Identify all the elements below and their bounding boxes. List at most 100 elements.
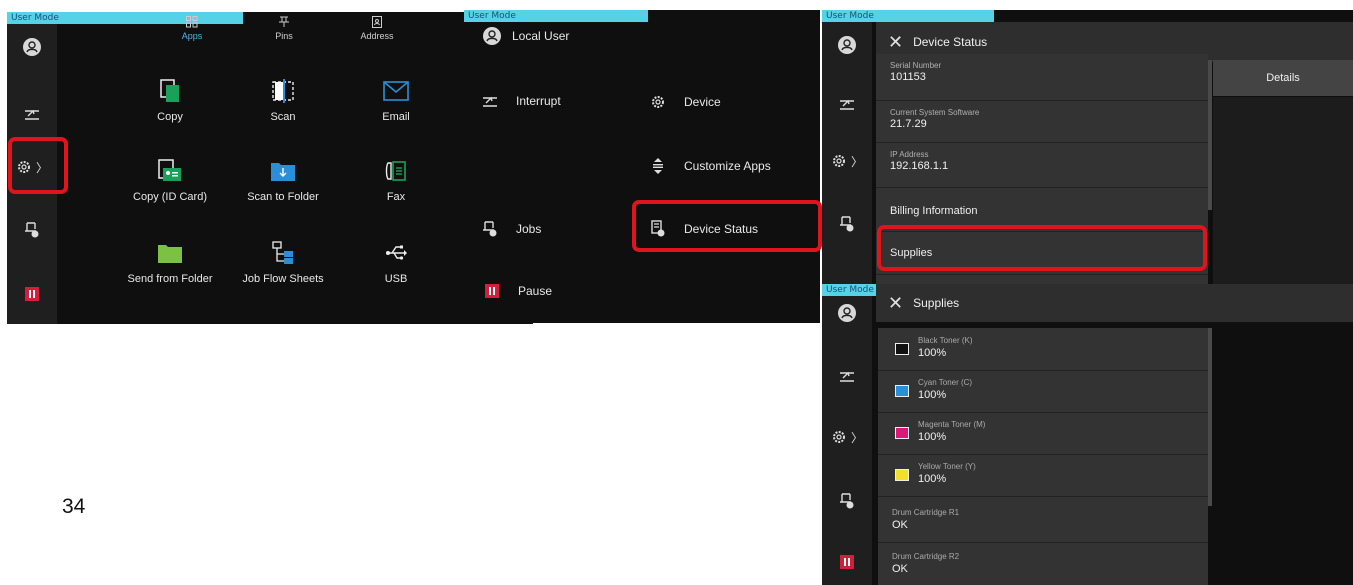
scrollbar[interactable] [1208, 328, 1212, 506]
jobs-item[interactable]: Jobs [478, 220, 541, 238]
system-software-value: 21.7.29 [890, 118, 927, 130]
black-toner-row: Black Toner (K) 100% [878, 332, 1208, 371]
yellow-toner-row: Yellow Toner (Y) 100% [878, 458, 1208, 497]
app-job-flow-sheets-label: Job Flow Sheets [242, 273, 324, 285]
app-email-label: Email [382, 111, 410, 123]
user-icon[interactable] [822, 300, 872, 326]
home-apps-screen: 〉 User Mode Apps Pins Address Copy Scan … [7, 12, 533, 324]
close-icon[interactable]: ✕ [888, 32, 903, 53]
pause-icon [485, 284, 499, 298]
black-toner-swatch [895, 343, 909, 355]
scrollbar[interactable] [1208, 60, 1212, 210]
interrupt-icon[interactable] [7, 102, 57, 126]
device-status-highlight [632, 200, 822, 252]
drum-r1-label: Drum Cartridge R1 [892, 508, 960, 517]
pause-icon[interactable] [7, 284, 57, 304]
details-panel [1213, 97, 1353, 285]
drum-r2-label: Drum Cartridge R2 [892, 552, 960, 561]
app-scan[interactable]: Scan [238, 75, 328, 123]
tab-apps-label: Apps [181, 31, 203, 41]
app-send-from-folder[interactable]: Send from Folder [115, 237, 225, 285]
drum-r2-value: OK [892, 563, 908, 575]
cyan-toner-row: Cyan Toner (C) 100% [878, 374, 1208, 413]
pause-icon[interactable] [822, 552, 872, 572]
device-item[interactable]: Device [646, 94, 721, 110]
interrupt-icon[interactable] [822, 92, 872, 116]
supplies-list: Black Toner (K) 100% Cyan Toner (C) 100%… [878, 328, 1208, 585]
copy-icon [160, 79, 179, 102]
tab-address[interactable]: Address [352, 16, 402, 41]
pause-label: Pause [518, 284, 553, 298]
apps-grid-icon [186, 16, 198, 28]
user-icon[interactable] [7, 34, 57, 60]
supplies-header: ✕ Supplies [876, 284, 1353, 322]
page-number: 34 [62, 495, 86, 518]
sidebar: 〉 [822, 284, 872, 585]
job-flow-icon [272, 241, 293, 264]
interrupt-item[interactable]: Interrupt [478, 94, 561, 108]
folder-icon [158, 245, 182, 263]
details-button-label: Details [1266, 72, 1300, 84]
device-label: Device [684, 95, 721, 109]
customize-apps-item[interactable]: Customize Apps [646, 158, 771, 174]
yellow-toner-value: 100% [918, 473, 947, 485]
ip-address-value: 192.168.1.1 [890, 160, 949, 172]
app-usb[interactable]: USB [351, 237, 441, 285]
yellow-toner-swatch [895, 469, 909, 481]
jobs-icon[interactable] [822, 489, 872, 513]
jobs-label: Jobs [516, 222, 542, 236]
ip-address-label: IP Address [890, 150, 929, 159]
supplies-highlight [877, 225, 1207, 271]
black-toner-label: Black Toner (K) [918, 336, 973, 345]
user-mode-tab: User Mode [464, 10, 648, 22]
chevron-right-icon: 〉 [850, 154, 863, 169]
tab-apps[interactable]: Apps [172, 16, 212, 41]
drum-r1-row: Drum Cartridge R1 OK [878, 502, 1208, 543]
app-job-flow-sheets[interactable]: Job Flow Sheets [228, 237, 338, 285]
close-icon[interactable]: ✕ [888, 293, 903, 314]
id-card-copy-icon [158, 159, 181, 181]
device-status-title: Device Status [913, 35, 988, 49]
settings-highlight [8, 137, 68, 194]
interrupt-icon[interactable] [822, 364, 872, 388]
email-icon [383, 81, 409, 101]
tab-pins[interactable]: Pins [264, 16, 304, 41]
pause-item[interactable]: Pause [480, 284, 552, 298]
serial-number-row: Serial Number 101153 [876, 54, 1208, 101]
app-scan-to-folder[interactable]: Scan to Folder [238, 155, 328, 203]
app-copy[interactable]: Copy [125, 75, 215, 123]
settings-gear-icon[interactable]: 〉 [822, 148, 872, 174]
fax-icon [385, 161, 406, 181]
ip-address-row: IP Address 192.168.1.1 [876, 143, 1208, 188]
app-send-from-folder-label: Send from Folder [127, 273, 213, 285]
scan-icon [272, 79, 294, 103]
app-copy-id-card[interactable]: Copy (ID Card) [125, 155, 215, 203]
scan-to-folder-icon [271, 163, 295, 181]
address-book-icon [372, 16, 382, 28]
jobs-icon[interactable] [7, 218, 57, 242]
drum-r2-row: Drum Cartridge R2 OK [878, 546, 1208, 585]
local-user-label: Local User [512, 29, 570, 43]
jobs-icon [483, 221, 497, 237]
settings-gear-icon[interactable]: 〉 [822, 424, 872, 450]
customize-apps-icon [653, 158, 663, 174]
magenta-toner-value: 100% [918, 431, 947, 443]
jobs-icon[interactable] [822, 212, 872, 236]
local-user-item[interactable]: Local User [480, 26, 569, 46]
chevron-right-icon: 〉 [850, 430, 863, 445]
cyan-toner-value: 100% [918, 389, 947, 401]
app-copy-label: Copy [157, 111, 183, 123]
app-email[interactable]: Email [351, 75, 441, 123]
app-copy-id-card-label: Copy (ID Card) [133, 191, 207, 203]
magenta-toner-label: Magenta Toner (M) [918, 420, 986, 429]
user-icon[interactable] [822, 32, 872, 58]
system-software-row: Current System Software 21.7.29 [876, 101, 1208, 143]
tab-address-label: Address [360, 31, 394, 41]
tab-pins-label: Pins [275, 31, 293, 41]
details-button[interactable]: Details [1213, 60, 1353, 96]
magenta-toner-row: Magenta Toner (M) 100% [878, 416, 1208, 455]
app-fax-label: Fax [386, 191, 406, 203]
cyan-toner-label: Cyan Toner (C) [918, 378, 973, 387]
billing-information-label: Billing Information [890, 205, 978, 217]
app-fax[interactable]: Fax [351, 155, 441, 203]
